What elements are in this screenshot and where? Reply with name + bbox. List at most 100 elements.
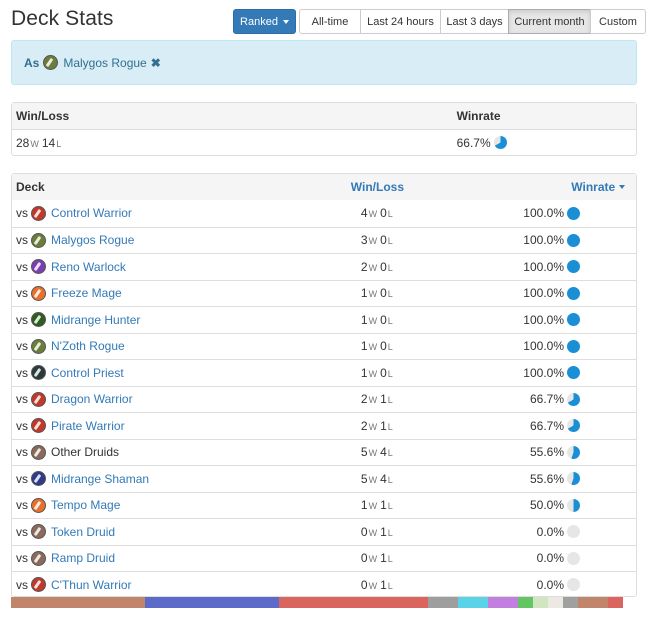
wins-suffix: W <box>368 448 378 459</box>
winrate-pie-icon <box>567 366 580 380</box>
deck-rows: vs Control Warrior 4W 0L 100.0% vs Malygo… <box>12 200 636 598</box>
col-winloss-sort[interactable]: Win/Loss <box>301 180 470 194</box>
winrate-cell: 66.7% <box>470 392 636 406</box>
winloss-cell: 4W 0L <box>301 206 471 220</box>
distribution-segment <box>487 597 519 608</box>
winrate-value: 55.6% <box>529 445 564 460</box>
druid-icon <box>31 524 46 540</box>
deck-name[interactable]: Freeze Mage <box>51 286 122 300</box>
close-icon[interactable]: ✖ <box>151 56 161 70</box>
col-deck: Deck <box>16 180 45 194</box>
warrior-icon <box>31 205 46 221</box>
losses-suffix: L <box>387 342 393 353</box>
winloss-cell: 2W 0L <box>301 260 471 274</box>
filter-last-24-hours[interactable]: Last 24 hours <box>360 9 441 34</box>
wins: 2 <box>360 392 368 407</box>
wins: 1 <box>360 312 368 327</box>
filter-custom[interactable]: Custom <box>590 9 646 34</box>
losses: 0 <box>380 312 387 327</box>
deck-name[interactable]: Token Druid <box>51 525 115 539</box>
vs-label: vs <box>16 339 28 354</box>
wins: 5 <box>360 471 368 486</box>
filter-prefix: As <box>24 55 40 70</box>
wins: 2 <box>360 418 368 433</box>
winrate-pie-icon <box>567 313 580 327</box>
summary-col-winloss: Win/Loss <box>16 109 70 123</box>
deck-name[interactable]: Ramp Druid <box>51 551 115 565</box>
deck-cell: vs Midrange Hunter <box>12 312 301 328</box>
distribution-segment <box>518 597 534 608</box>
filter-all-time[interactable]: All-time <box>299 9 361 34</box>
winloss-cell: 1W 0L <box>301 366 471 380</box>
deck-name[interactable]: Pirate Warrior <box>51 419 125 433</box>
winloss-cell: 5W 4L <box>301 472 471 486</box>
wins-suffix: W <box>368 289 378 300</box>
winloss-cell: 2W 1L <box>301 419 471 433</box>
vs-label: vs <box>16 577 28 592</box>
warlock-icon <box>31 259 46 275</box>
filter-last-3-days[interactable]: Last 3 days <box>440 9 509 34</box>
losses: 1 <box>380 498 387 513</box>
filter-deck-link[interactable]: Malygos Rogue <box>43 55 147 70</box>
hunter-icon <box>31 312 46 328</box>
deck-name[interactable]: N'Zoth Rogue <box>51 339 125 353</box>
vs-label: vs <box>16 418 28 433</box>
winrate-cell: 100.0% <box>470 206 636 220</box>
druid-icon <box>31 444 46 460</box>
deck-name[interactable]: Control Priest <box>51 366 124 380</box>
deck-name[interactable]: Malygos Rogue <box>51 233 134 247</box>
deck-cell: vs Midrange Shaman <box>12 471 301 487</box>
deck-cell: vs N'Zoth Rogue <box>12 338 301 354</box>
distribution-segment <box>144 597 279 608</box>
deck-name[interactable]: Reno Warlock <box>51 260 126 274</box>
wins: 0 <box>360 551 368 566</box>
deck-cell: vs Reno Warlock <box>12 259 301 275</box>
distribution-segment <box>427 597 458 608</box>
filter-label: Custom <box>599 15 637 28</box>
losses-suffix: L <box>387 236 393 247</box>
wins-suffix: W <box>368 474 378 485</box>
vs-label: vs <box>16 524 28 539</box>
deck-name[interactable]: Control Warrior <box>51 206 132 220</box>
table-row: vs N'Zoth Rogue 1W 0L 100.0% <box>12 332 636 360</box>
rogue-icon <box>43 55 59 70</box>
deck-cell: vs Tempo Mage <box>12 497 301 513</box>
losses-suffix: L <box>387 448 393 459</box>
summary-wins: 28 <box>16 135 30 150</box>
losses: 0 <box>380 339 387 354</box>
caret-down-icon <box>282 19 289 24</box>
losses-suffix: L <box>387 395 393 406</box>
winrate-pie-icon <box>567 525 580 539</box>
deck-cell: vs Freeze Mage <box>12 285 301 301</box>
losses: 0 <box>380 365 387 380</box>
distribution-segment <box>533 597 549 608</box>
winrate-pie-icon <box>567 286 580 300</box>
deck-name[interactable]: Midrange Hunter <box>51 313 140 327</box>
warrior-icon <box>31 577 46 593</box>
deck-name[interactable]: Tempo Mage <box>51 498 120 512</box>
ranked-mode-dropdown[interactable]: Ranked <box>233 9 296 34</box>
losses-suffix: L <box>387 315 393 326</box>
rogue-icon <box>31 232 46 248</box>
wins: 1 <box>360 286 368 301</box>
losses-suffix: L <box>387 368 393 379</box>
deck-name[interactable]: Midrange Shaman <box>51 472 149 486</box>
losses: 1 <box>380 524 387 539</box>
deck-name[interactable]: C'Thun Warrior <box>51 578 132 592</box>
winrate-value: 66.7% <box>529 418 564 433</box>
col-winrate-sort[interactable]: Winrate <box>470 180 636 194</box>
filter-current-month[interactable]: Current month <box>508 9 591 34</box>
deck-name[interactable]: Dragon Warrior <box>51 392 133 406</box>
losses-suffix: L <box>387 421 393 432</box>
summary-table: Win/Loss Winrate 28W 14L 66.7% <box>11 102 637 156</box>
table-row: vs Reno Warlock 2W 0L 100.0% <box>12 253 636 280</box>
losses-suffix: L <box>387 209 393 220</box>
table-row: vs C'Thun Warrior 0W 1L 0.0% <box>12 571 636 598</box>
wins: 1 <box>360 498 368 513</box>
summary-header-row: Win/Loss Winrate <box>12 103 636 129</box>
deck-cell: vs Ramp Druid <box>12 550 301 566</box>
winrate-cell: 100.0% <box>470 286 636 300</box>
active-deck-filter: As Malygos Rogue ✖ <box>11 40 637 85</box>
distribution-segment <box>563 597 579 608</box>
wins: 2 <box>360 259 368 274</box>
